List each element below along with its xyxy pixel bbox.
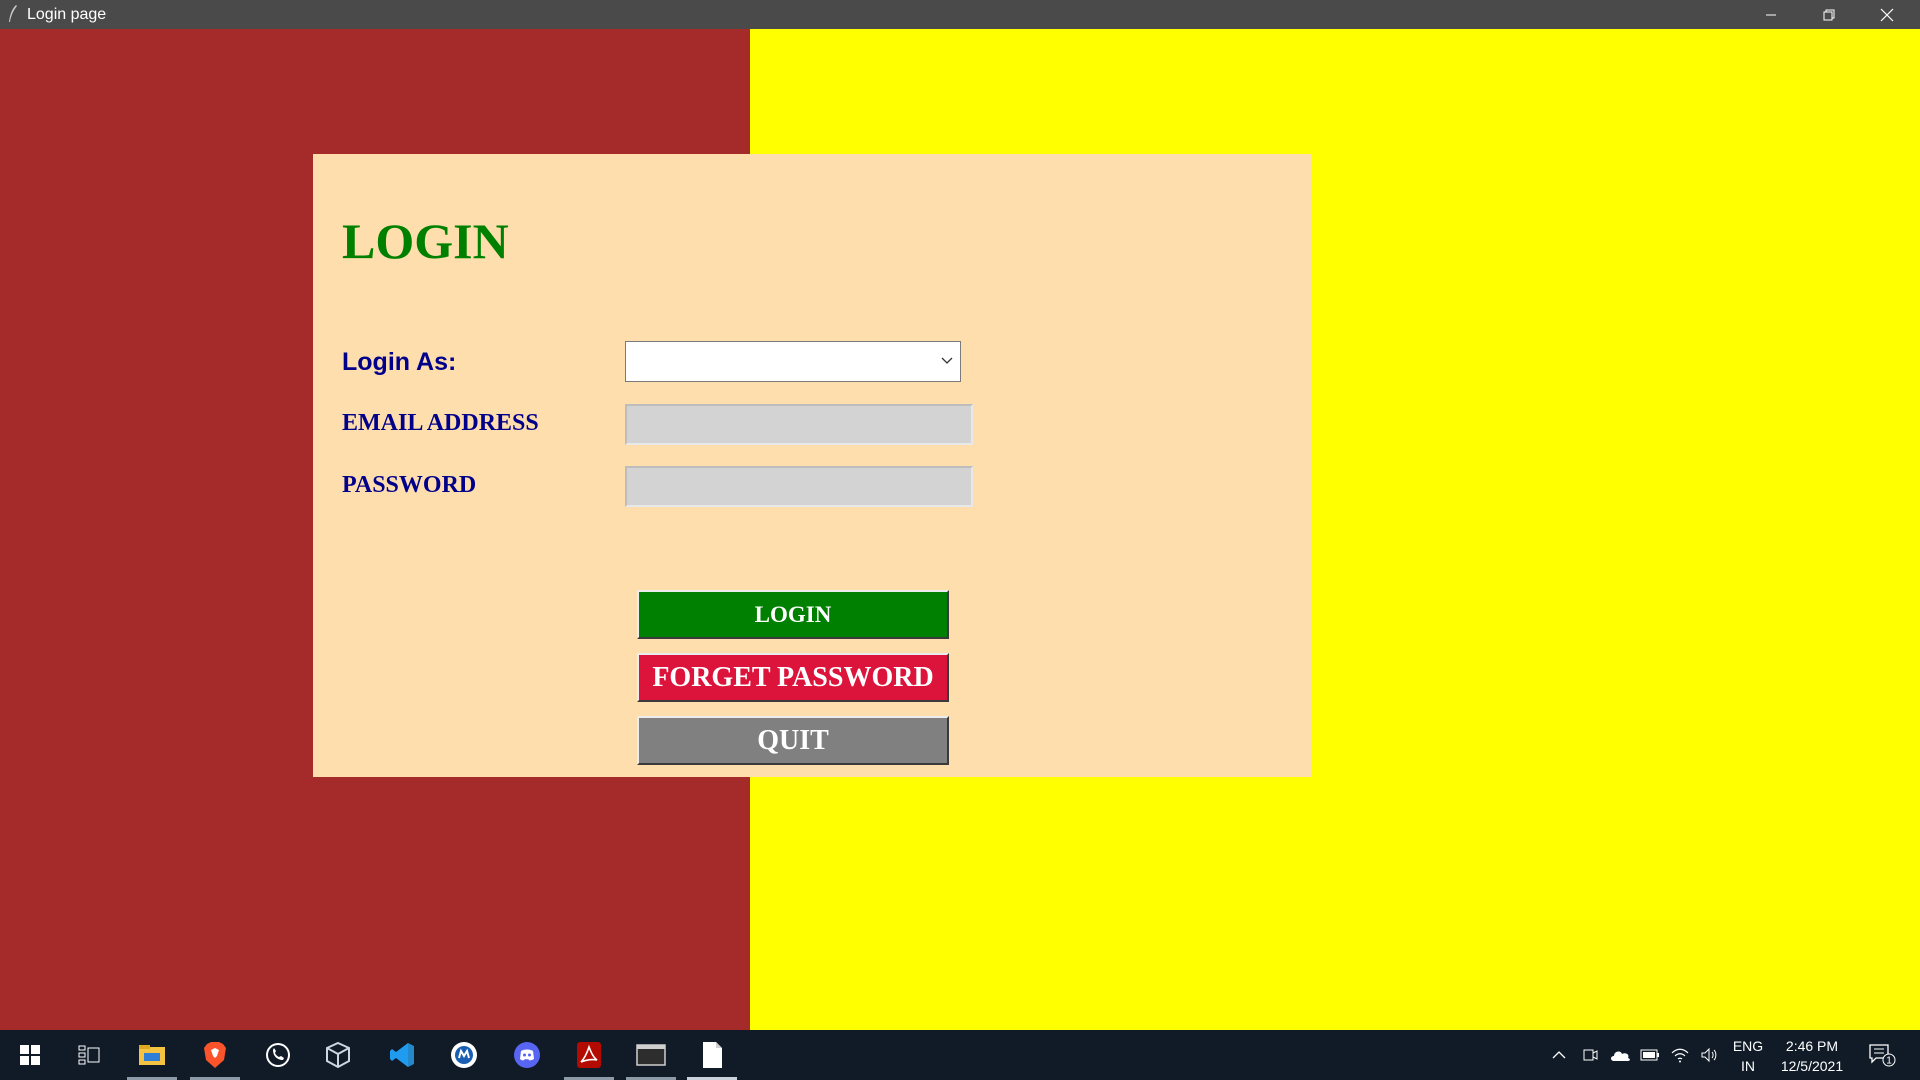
action-center-button[interactable]: 1 bbox=[1862, 1030, 1902, 1080]
taskbar-clock[interactable]: 2:46 PM 12/5/2021 bbox=[1772, 1036, 1852, 1076]
taskbar-terminal[interactable] bbox=[626, 1030, 676, 1080]
taskbar-app[interactable] bbox=[439, 1030, 489, 1080]
meet-now-icon bbox=[1583, 1049, 1598, 1061]
password-label: PASSWORD bbox=[342, 472, 477, 498]
clock-time: 2:46 PM bbox=[1785, 1038, 1839, 1054]
document-icon bbox=[703, 1042, 722, 1068]
clock-date: 12/5/2021 bbox=[1780, 1058, 1844, 1074]
taskbar-file-explorer[interactable] bbox=[127, 1030, 177, 1080]
virtualbox-icon bbox=[326, 1041, 350, 1069]
app-icon bbox=[451, 1042, 477, 1068]
task-view-icon bbox=[78, 1045, 100, 1065]
login-as-label: Login As: bbox=[342, 348, 457, 376]
email-field-frame bbox=[625, 404, 973, 445]
whatsapp-icon bbox=[266, 1043, 290, 1067]
acrobat-reader-icon bbox=[577, 1042, 601, 1068]
login-button[interactable]: LOGIN bbox=[637, 590, 949, 639]
windows-start-icon bbox=[20, 1045, 40, 1065]
region-code: IN bbox=[1741, 1058, 1755, 1074]
task-view-button[interactable] bbox=[64, 1030, 114, 1080]
tray-wifi[interactable] bbox=[1667, 1030, 1693, 1080]
vscode-icon bbox=[390, 1043, 414, 1067]
tray-meet-now[interactable] bbox=[1578, 1030, 1602, 1080]
terminal-icon bbox=[636, 1044, 666, 1066]
taskbar-acrobat[interactable] bbox=[564, 1030, 614, 1080]
language-code: ENG bbox=[1732, 1038, 1764, 1054]
taskbar-whatsapp[interactable] bbox=[253, 1030, 303, 1080]
quit-button[interactable]: QUIT bbox=[637, 716, 949, 765]
taskbar-vscode[interactable] bbox=[377, 1030, 427, 1080]
login-as-dropdown[interactable] bbox=[625, 341, 961, 382]
page-title: LOGIN bbox=[342, 213, 509, 269]
show-hidden-icons-chevron bbox=[1552, 1051, 1566, 1059]
battery-icon bbox=[1640, 1049, 1659, 1061]
notifications-icon: 1 bbox=[1869, 1044, 1896, 1067]
show-hidden-icons-button[interactable] bbox=[1547, 1030, 1571, 1080]
taskbar-active-document[interactable] bbox=[687, 1030, 737, 1080]
login-card: LOGIN Login As: EMAIL ADDRESS PASSWORD L… bbox=[313, 154, 1312, 777]
password-field-frame bbox=[625, 466, 973, 507]
windows-taskbar: ENG IN 2:46 PM 12/5/2021 1 bbox=[0, 1030, 1920, 1080]
taskbar-discord[interactable] bbox=[502, 1030, 552, 1080]
feather-app-icon bbox=[9, 5, 17, 22]
close-button[interactable] bbox=[1858, 0, 1916, 29]
chevron-down-icon bbox=[941, 357, 953, 364]
close-icon bbox=[1880, 8, 1894, 21]
taskbar-virtualbox[interactable] bbox=[313, 1030, 363, 1080]
tray-volume[interactable] bbox=[1696, 1030, 1722, 1080]
file-explorer-icon bbox=[139, 1045, 165, 1065]
brave-browser-icon bbox=[204, 1042, 226, 1068]
restore-icon bbox=[1823, 9, 1835, 20]
wifi-icon bbox=[1671, 1048, 1689, 1063]
password-field[interactable] bbox=[627, 468, 971, 505]
email-field[interactable] bbox=[627, 406, 971, 443]
input-language-indicator[interactable]: ENG IN bbox=[1728, 1036, 1768, 1076]
restore-button[interactable] bbox=[1800, 0, 1858, 29]
email-label: EMAIL ADDRESS bbox=[342, 410, 539, 436]
window-title-bar: Login page bbox=[0, 0, 1920, 29]
taskbar-brave[interactable] bbox=[190, 1030, 240, 1080]
tray-onedrive[interactable] bbox=[1607, 1030, 1633, 1080]
minimize-button[interactable] bbox=[1742, 0, 1800, 29]
notification-count-badge: 1 bbox=[1886, 1056, 1892, 1067]
forget-password-button[interactable]: FORGET PASSWORD bbox=[637, 653, 949, 702]
volume-icon bbox=[1701, 1047, 1717, 1063]
window-title: Login page bbox=[27, 6, 107, 23]
onedrive-icon bbox=[1611, 1051, 1630, 1061]
discord-icon bbox=[514, 1042, 540, 1068]
app-content: LOGIN Login As: EMAIL ADDRESS PASSWORD L… bbox=[0, 29, 1920, 1030]
minimize-icon bbox=[1766, 14, 1776, 15]
start-button[interactable] bbox=[5, 1030, 55, 1080]
tray-battery[interactable] bbox=[1637, 1030, 1663, 1080]
